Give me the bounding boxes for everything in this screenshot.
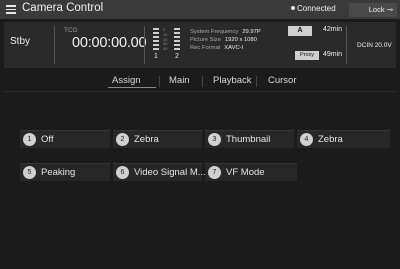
- recording-status: Stby: [10, 36, 31, 47]
- proxy-media-remaining: 49min: [323, 51, 343, 58]
- connection-status: Connected: [291, 4, 336, 13]
- assign-number-badge: 4: [300, 133, 313, 146]
- tab-cursor[interactable]: Cursor: [268, 75, 297, 86]
- assign-number-badge: 2: [116, 133, 129, 146]
- assign-button-2[interactable]: 2 Zebra: [113, 130, 202, 148]
- assign-label: Peaking: [41, 167, 76, 178]
- connection-dot-icon: [291, 6, 295, 10]
- assign-button-4[interactable]: 4 Zebra: [297, 130, 390, 148]
- app-title: Camera Control: [22, 2, 104, 14]
- assign-label: Thumbnail: [226, 134, 271, 145]
- audio-channel-2-label: 2: [175, 53, 179, 60]
- audio-meter-bar-ch2: [174, 28, 180, 52]
- audio-meter-scale: 0 10 20 30 40: [163, 27, 168, 52]
- assign-number-badge: 3: [208, 133, 221, 146]
- active-tab-indicator: [108, 87, 156, 88]
- system-info: System Frequency 29.97P Picture Size 1920 …: [190, 29, 261, 51]
- timecode-display: 00:00:00.00: [72, 35, 147, 51]
- power-status: DCIN 20.0V: [357, 42, 392, 49]
- status-panel: Stby TCG 00:00:00.00 0 10 20 30 40 1 2 S…: [4, 22, 396, 68]
- tab-divider: [256, 76, 257, 87]
- lock-label: Lock: [368, 5, 385, 14]
- assign-number-badge: 7: [208, 166, 221, 179]
- lock-button[interactable]: Lock ⊸: [349, 3, 397, 17]
- assign-button-6[interactable]: 6 Video Signal M...: [113, 163, 206, 181]
- content-divider: [4, 91, 396, 92]
- assign-number-badge: 5: [23, 166, 36, 179]
- divider: [144, 26, 145, 64]
- assign-number-badge: 6: [116, 166, 129, 179]
- picture-size-value: 1920 x 1080: [224, 36, 257, 43]
- tab-main[interactable]: Main: [169, 75, 190, 86]
- proxy-media-badge: Proxy: [295, 51, 319, 60]
- lock-switch-icon: ⊸: [386, 5, 393, 14]
- audio-level-meter: 0 10 20 30 40 1 2: [150, 27, 186, 60]
- rec-format-value: XAVC-I: [224, 44, 244, 51]
- assign-button-1[interactable]: 1 Off: [20, 130, 110, 148]
- divider: [346, 26, 347, 64]
- assign-button-5[interactable]: 5 Peaking: [20, 163, 110, 181]
- assign-label: Zebra: [318, 134, 343, 145]
- divider: [54, 26, 55, 64]
- tab-divider: [159, 76, 160, 87]
- tab-divider: [202, 76, 203, 87]
- connection-label: Connected: [297, 4, 336, 13]
- assign-button-3[interactable]: 3 Thumbnail: [205, 130, 294, 148]
- system-frequency-value: 29.97P: [242, 29, 261, 35]
- assign-label: VF Mode: [226, 167, 265, 178]
- tab-playback[interactable]: Playback: [213, 75, 252, 86]
- assign-button-7[interactable]: 7 VF Mode: [205, 163, 297, 181]
- tab-assign[interactable]: Assign: [112, 75, 141, 86]
- assign-label: Zebra: [134, 134, 159, 145]
- media-slot-a-badge: A: [288, 26, 312, 36]
- title-bar: Camera Control Connected Lock ⊸: [0, 0, 400, 19]
- app-window: Camera Control Connected Lock ⊸ Stby TCG…: [0, 0, 400, 269]
- assign-number-badge: 1: [23, 133, 36, 146]
- assign-label: Off: [41, 134, 54, 145]
- timecode-label: TCG: [64, 27, 78, 34]
- media-slot-a-remaining: 42min: [323, 26, 343, 33]
- menu-icon[interactable]: [6, 5, 16, 14]
- assign-label: Video Signal M...: [134, 167, 206, 178]
- audio-meter-bar-ch1: [153, 28, 159, 52]
- audio-channel-1-label: 1: [154, 53, 158, 60]
